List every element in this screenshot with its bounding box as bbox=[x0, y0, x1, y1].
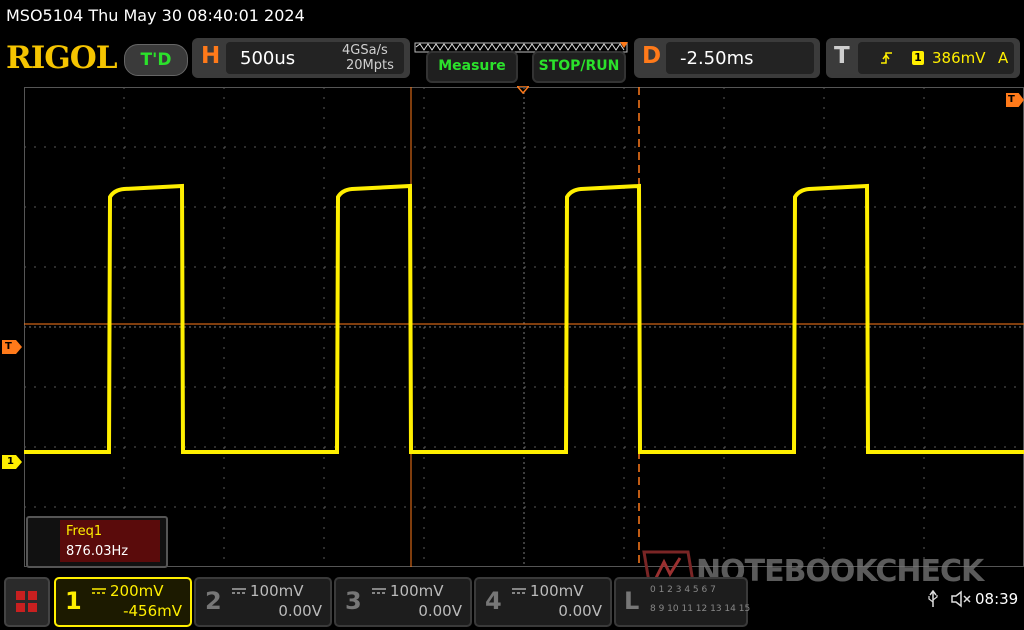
trigger-mode: A bbox=[998, 49, 1009, 67]
channel1-scale: 200mV bbox=[110, 582, 164, 600]
coupling-dc-icon bbox=[232, 588, 246, 594]
measure-button[interactable]: Measure bbox=[426, 51, 518, 83]
delay-box[interactable]: -2.50ms bbox=[666, 42, 814, 74]
channel4-offset: 0.00V bbox=[558, 602, 602, 620]
channel4-panel[interactable]: 4 100mV 0.00V bbox=[474, 577, 612, 627]
measurement-value: 876.03Hz bbox=[66, 544, 129, 559]
trigger-level-marker[interactable]: T bbox=[2, 340, 22, 354]
memory-position-bar[interactable] bbox=[414, 38, 634, 53]
stop-run-button[interactable]: STOP/RUN bbox=[532, 51, 626, 83]
coupling-dc-icon bbox=[512, 588, 526, 594]
trigger-box[interactable]: 1 386mV A bbox=[858, 42, 1014, 74]
trigger-label: T bbox=[834, 43, 850, 69]
clock: 08:39 bbox=[975, 590, 1019, 608]
channel2-number: 2 bbox=[205, 587, 222, 615]
menu-grid-icon bbox=[16, 591, 37, 612]
delay-value: -2.50ms bbox=[680, 48, 754, 69]
channel3-number: 3 bbox=[345, 587, 362, 615]
rigol-logo: RIGOL bbox=[6, 40, 118, 76]
channel1-offset-marker[interactable]: 1 bbox=[2, 455, 22, 469]
mode-badge[interactable]: T'D bbox=[124, 44, 188, 76]
coupling-dc-icon bbox=[372, 588, 386, 594]
trigger-panel[interactable]: T 1 386mV A bbox=[826, 38, 1020, 78]
trigger-source-badge: 1 bbox=[912, 51, 924, 65]
delay-label: D bbox=[642, 43, 662, 69]
channel3-scale: 100mV bbox=[390, 582, 444, 600]
logic-channels-row2: 8 9 10 11 12 13 14 15 bbox=[650, 604, 751, 614]
channel1-offset: -456mV bbox=[123, 602, 182, 620]
channel2-scale: 100mV bbox=[250, 582, 304, 600]
channel1-panel[interactable]: 1 200mV -456mV bbox=[54, 577, 192, 627]
speaker-muted-icon[interactable] bbox=[950, 590, 972, 608]
channel3-offset: 0.00V bbox=[418, 602, 462, 620]
channel2-offset: 0.00V bbox=[278, 602, 322, 620]
logic-channels-row1: 0 1 2 3 4 5 6 7 bbox=[650, 585, 716, 595]
title-bar: MSO5104 Thu May 30 08:40:01 2024 bbox=[0, 0, 1024, 34]
menu-button[interactable] bbox=[4, 577, 50, 627]
title-text: MSO5104 Thu May 30 08:40:01 2024 bbox=[6, 6, 305, 25]
coupling-dc-icon bbox=[92, 588, 106, 594]
usb-icon[interactable] bbox=[927, 590, 939, 608]
sample-rate: 4GSa/s bbox=[342, 43, 388, 58]
horizontal-label: H bbox=[201, 43, 221, 69]
channel2-panel[interactable]: 2 100mV 0.00V bbox=[194, 577, 332, 627]
trigger-level: 386mV bbox=[932, 49, 986, 67]
logic-label: L bbox=[624, 587, 640, 615]
channel4-number: 4 bbox=[485, 587, 502, 615]
trigger-position-marker[interactable] bbox=[517, 86, 529, 94]
timebase-value: 500us bbox=[240, 48, 296, 69]
horizontal-panel[interactable]: H 500us 4GSa/s 20Mpts bbox=[192, 38, 410, 78]
measurement-panel[interactable]: Freq1 876.03Hz bbox=[26, 516, 168, 568]
delay-panel[interactable]: D -2.50ms bbox=[634, 38, 820, 78]
channel1-number: 1 bbox=[65, 587, 82, 615]
memory-depth: 20Mpts bbox=[346, 58, 394, 73]
channel3-panel[interactable]: 3 100mV 0.00V bbox=[334, 577, 472, 627]
logic-panel[interactable]: L 0 1 2 3 4 5 6 7 8 9 10 11 12 13 14 15 bbox=[614, 577, 751, 627]
waveform-grid bbox=[24, 87, 1024, 567]
trigger-edge-icon bbox=[881, 52, 892, 64]
channel4-scale: 100mV bbox=[530, 582, 584, 600]
measurement-name: Freq1 bbox=[66, 524, 103, 539]
waveform-display[interactable] bbox=[24, 87, 1024, 567]
timebase-box[interactable]: 500us 4GSa/s 20Mpts bbox=[226, 42, 404, 74]
